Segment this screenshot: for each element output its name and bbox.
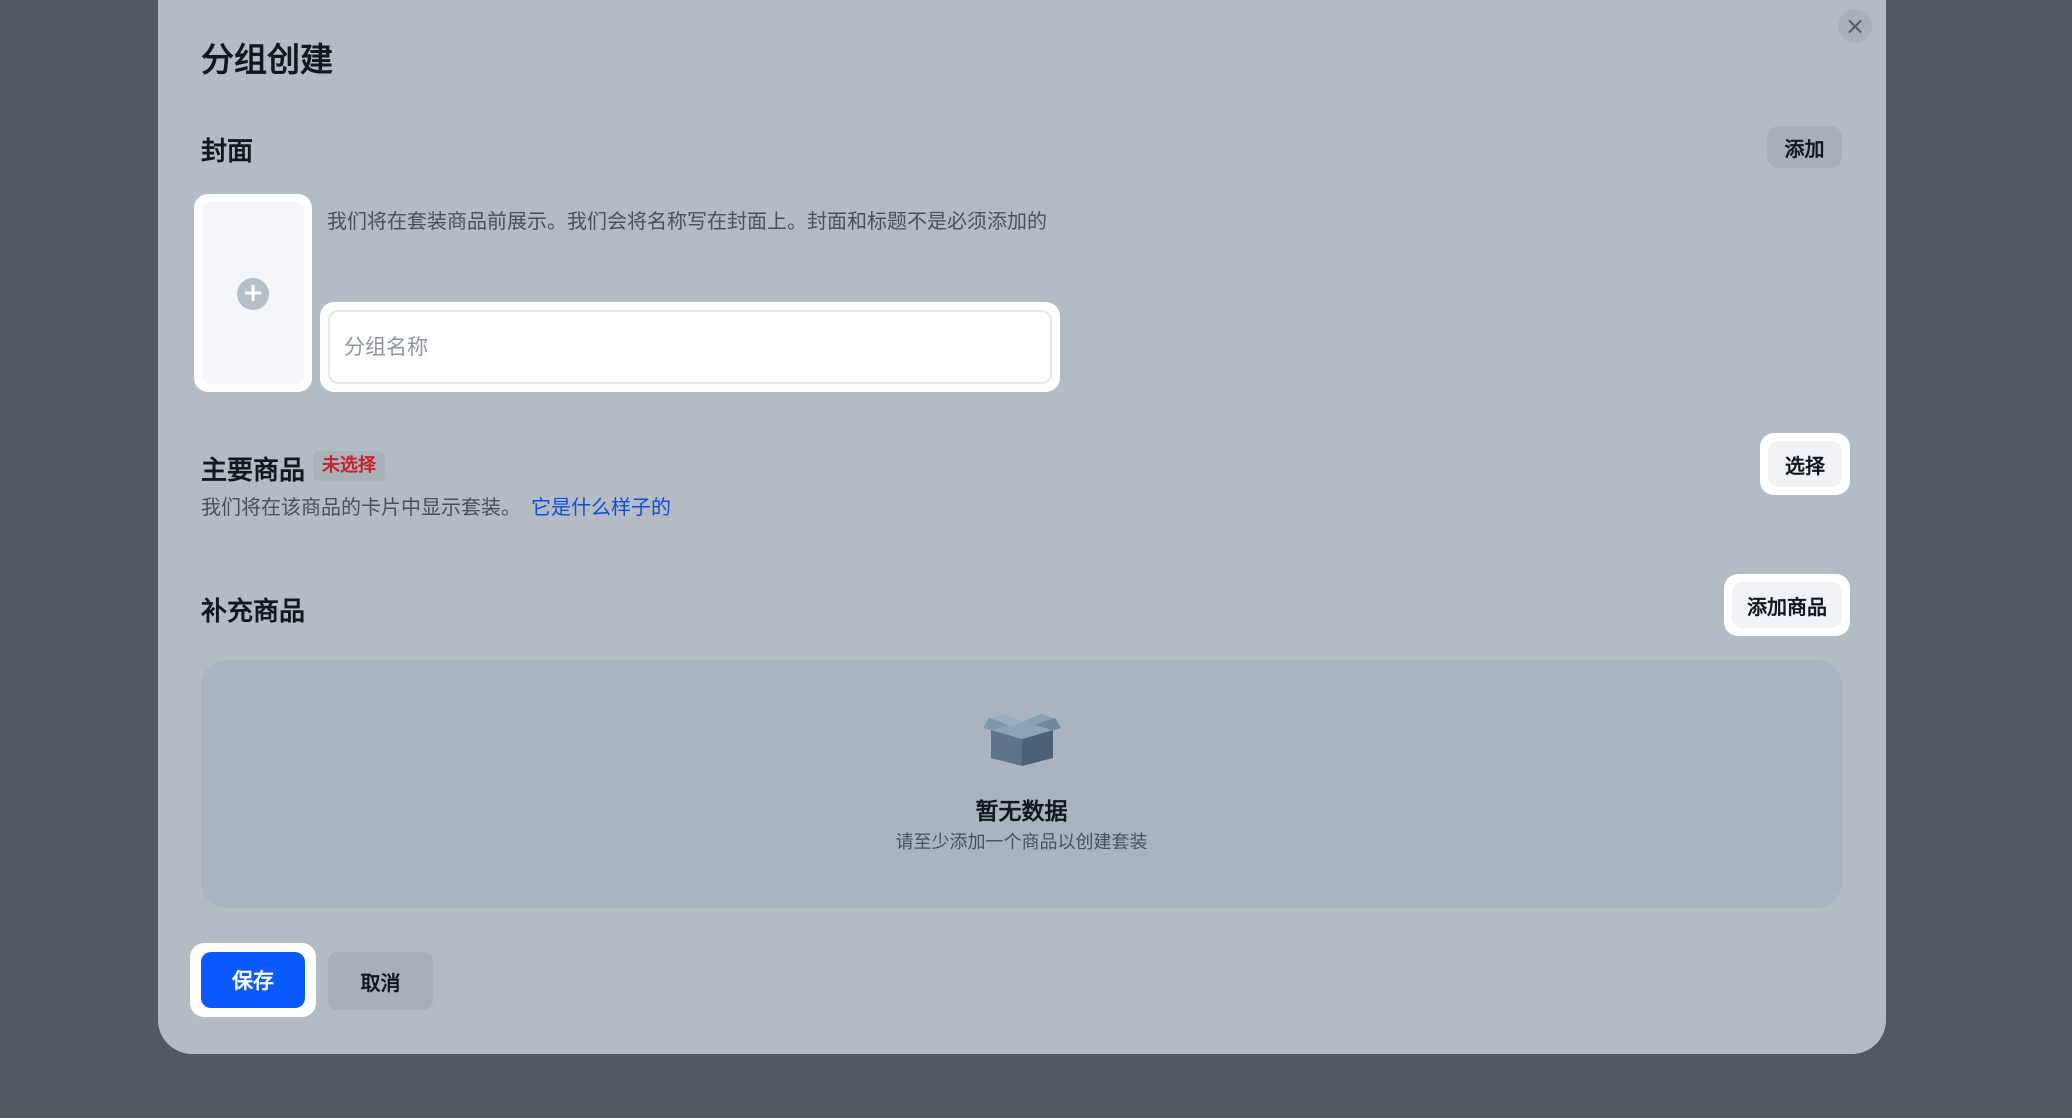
save-button-highlight: 保存 [190, 943, 316, 1017]
main-product-description: 我们将在该商品的卡片中显示套装。 [201, 495, 521, 519]
open-box-icon [983, 714, 1061, 766]
what-it-looks-like-link[interactable]: 它是什么样子的 [531, 491, 671, 520]
cover-upload-highlight[interactable]: + [194, 194, 312, 392]
add-product-button[interactable]: 添加商品 [1732, 582, 1842, 628]
group-name-highlight [320, 302, 1060, 392]
cover-upload-area[interactable]: + [202, 202, 304, 384]
group-name-input[interactable] [328, 310, 1052, 384]
add-product-button-highlight: 添加商品 [1724, 574, 1850, 636]
select-button-highlight: 选择 [1760, 433, 1850, 495]
close-button[interactable]: × [1838, 9, 1872, 43]
add-cover-button[interactable]: 添加 [1767, 126, 1842, 168]
empty-state-title: 暂无数据 [975, 799, 1068, 825]
empty-state-subtitle: 请至少添加一个商品以创建套装 [895, 832, 1148, 853]
save-button[interactable]: 保存 [201, 952, 305, 1008]
plus-icon: + [237, 278, 269, 310]
select-main-product-button[interactable]: 选择 [1768, 441, 1842, 487]
close-icon: × [1844, 12, 1866, 40]
cancel-button[interactable]: 取消 [328, 952, 433, 1010]
supplementary-section-title: 补充商品 [201, 597, 306, 627]
cover-section-title: 封面 [201, 137, 254, 167]
dialog-title: 分组创建 [201, 40, 333, 79]
main-product-section-title: 主要商品 [201, 456, 306, 486]
cover-description: 我们将在套装商品前展示。我们会将名称写在封面上。封面和标题不是必须添加的 [327, 209, 1047, 233]
status-badge: 未选择 [313, 451, 385, 481]
empty-state-panel: 暂无数据 请至少添加一个商品以创建套装 [201, 660, 1842, 908]
